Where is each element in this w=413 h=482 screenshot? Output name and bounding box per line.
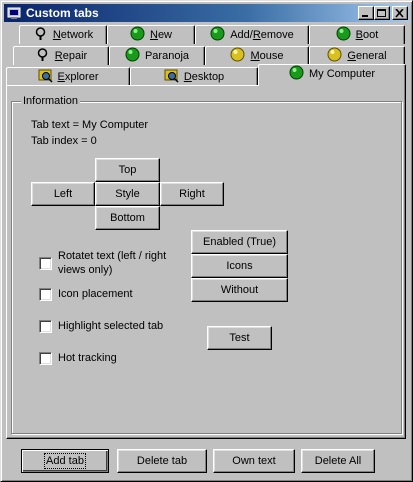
green-orb-icon bbox=[125, 47, 140, 62]
test-button[interactable]: Test bbox=[207, 326, 272, 350]
green-orb-icon bbox=[289, 65, 304, 80]
tab-network[interactable]: Network bbox=[19, 25, 107, 44]
delete-all-button[interactable]: Delete All bbox=[301, 449, 375, 473]
rotate-text-label: Rotatet text (left / right bbox=[58, 250, 167, 262]
tab-general[interactable]: General bbox=[309, 46, 405, 65]
tab-label: oot bbox=[363, 29, 379, 41]
tab-explorer[interactable]: Explorer bbox=[6, 67, 130, 86]
close-icon bbox=[395, 9, 404, 18]
tab-my-computer[interactable]: My Computer bbox=[258, 64, 406, 86]
top-button[interactable]: Top bbox=[95, 158, 160, 182]
right-button[interactable]: Right bbox=[160, 182, 224, 206]
highlight-selected-tab-checkbox[interactable] bbox=[39, 320, 52, 333]
tab-label: Paranoja bbox=[144, 50, 190, 62]
without-button[interactable]: Without bbox=[191, 278, 288, 302]
add-tab-button[interactable]: Add tab bbox=[21, 449, 109, 473]
style-button[interactable]: Style bbox=[95, 182, 160, 206]
information-group-title: Information bbox=[21, 95, 81, 107]
rotate-text-checkbox[interactable] bbox=[39, 257, 52, 270]
tab-new[interactable]: New bbox=[107, 25, 195, 44]
enabled-button[interactable]: Enabled (True) bbox=[191, 230, 288, 254]
tab-index-label: Tab index = 0 bbox=[31, 135, 97, 147]
tab-add-remove[interactable]: Add/Remove bbox=[195, 25, 309, 44]
explorer-icon bbox=[38, 69, 53, 83]
green-orb-icon bbox=[130, 26, 145, 41]
tab-label-accel: E bbox=[57, 71, 65, 83]
tab-mouse[interactable]: Mouse bbox=[205, 46, 309, 65]
tab-label-accel: N bbox=[52, 29, 61, 41]
tab-label: epair bbox=[62, 50, 88, 62]
network-icon bbox=[37, 48, 48, 61]
close-button[interactable] bbox=[392, 6, 408, 20]
hot-tracking-label: Hot tracking bbox=[58, 352, 117, 364]
tab-boot[interactable]: Boot bbox=[309, 25, 405, 44]
tab-label: eneral bbox=[355, 50, 387, 62]
title-bar[interactable]: Custom tabs bbox=[4, 4, 409, 22]
tab-label-accel: N bbox=[149, 29, 158, 41]
bottom-button[interactable]: Bottom bbox=[95, 206, 160, 230]
tab-label: etwork bbox=[60, 29, 94, 41]
tab-desktop[interactable]: Desktop bbox=[130, 67, 258, 86]
icon-placement-label: Icon placement bbox=[58, 288, 133, 300]
window-title: Custom tabs bbox=[26, 6, 99, 20]
left-button[interactable]: Left bbox=[31, 182, 95, 206]
tab-label-accel: G bbox=[347, 50, 356, 62]
network-icon bbox=[35, 27, 46, 40]
green-orb-icon bbox=[210, 26, 225, 41]
tab-label: My Computer bbox=[308, 68, 376, 80]
icons-button[interactable]: Icons bbox=[191, 254, 288, 278]
own-text-button[interactable]: Own text bbox=[213, 449, 295, 473]
tab-label: ouse bbox=[259, 50, 284, 62]
tab-label-accel: D bbox=[183, 71, 192, 83]
explorer-icon bbox=[164, 69, 179, 83]
minimize-button[interactable] bbox=[358, 6, 374, 20]
rotate-text-label-line2: views only) bbox=[58, 264, 113, 276]
tab-label: esktop bbox=[191, 71, 225, 83]
tab-label: Add/ bbox=[230, 29, 253, 41]
main-window: Custom tabs Network New Add/Remove Boot … bbox=[0, 0, 413, 482]
app-icon bbox=[7, 7, 21, 19]
tab-text-label: Tab text = My Computer bbox=[31, 119, 149, 131]
tab-label-accel: B bbox=[355, 29, 364, 41]
yellow-orb-icon bbox=[230, 47, 245, 62]
yellow-orb-icon bbox=[327, 47, 342, 62]
tab-paranoja[interactable]: Paranoja bbox=[109, 46, 205, 65]
hot-tracking-checkbox[interactable] bbox=[39, 352, 52, 365]
maximize-button[interactable] bbox=[374, 6, 390, 20]
tab-label: ew bbox=[157, 29, 172, 41]
maximize-icon bbox=[377, 9, 386, 17]
icon-placement-checkbox[interactable] bbox=[39, 288, 52, 301]
tab-label: emove bbox=[260, 29, 294, 41]
delete-tab-button[interactable]: Delete tab bbox=[117, 449, 207, 473]
highlight-selected-tab-label: Highlight selected tab bbox=[58, 320, 164, 332]
green-orb-icon bbox=[336, 26, 351, 41]
tab-label: xplorer bbox=[64, 71, 99, 83]
tab-label-accel: M bbox=[250, 50, 260, 62]
tab-label-accel: R bbox=[252, 29, 261, 41]
minimize-icon bbox=[362, 15, 368, 17]
tab-repair[interactable]: Repair bbox=[13, 46, 109, 65]
tab-label-accel: R bbox=[54, 50, 63, 62]
